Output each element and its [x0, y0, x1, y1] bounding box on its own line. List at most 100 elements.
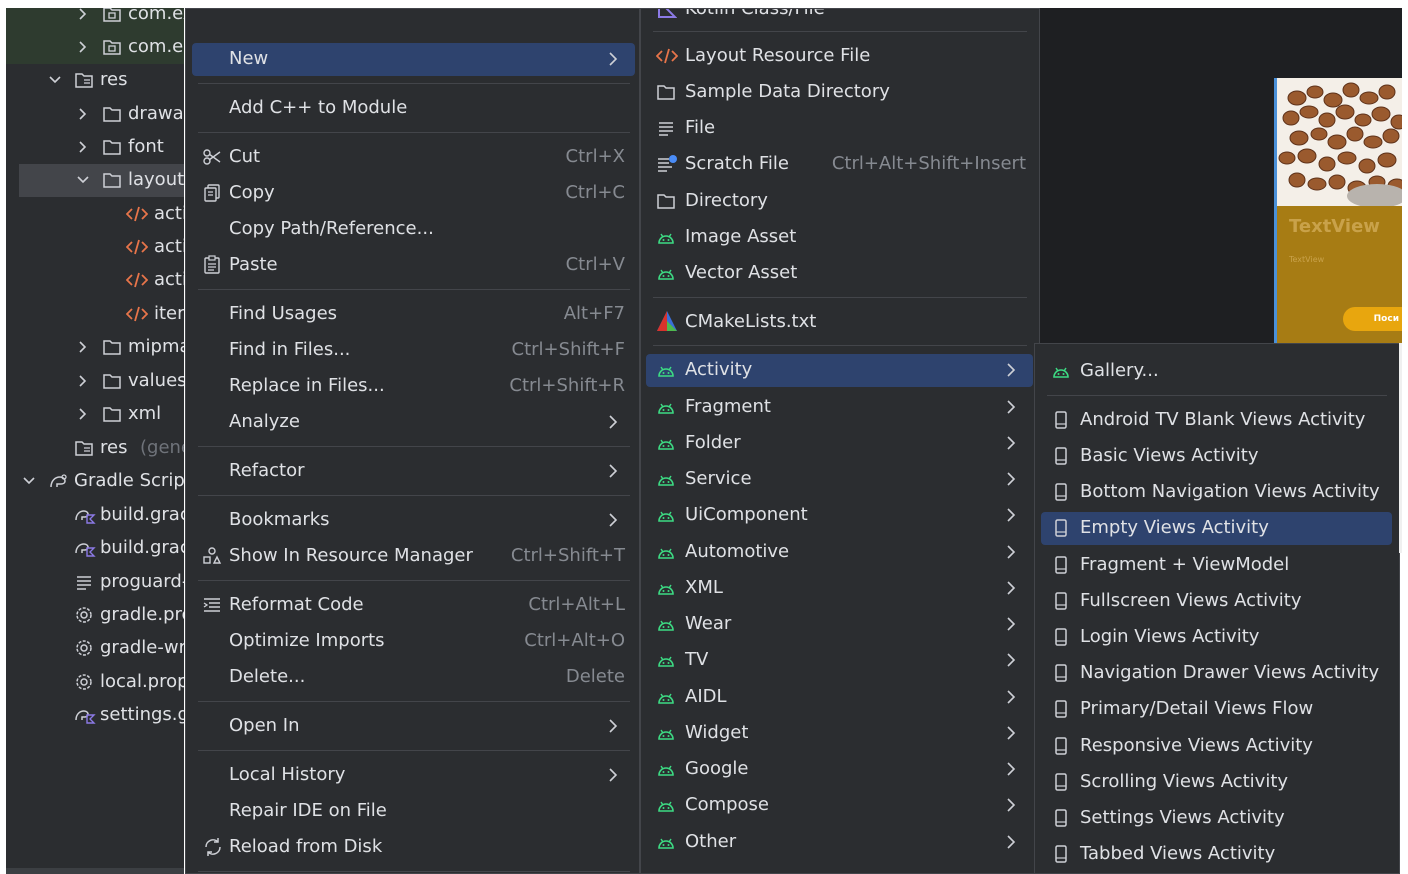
menu-item-delete[interactable]: Delete... Delete: [192, 661, 635, 694]
tree-item[interactable]: Gradle Script: [6, 465, 184, 498]
tree-item[interactable]: local.prop: [6, 666, 184, 699]
menu-item-android-tv-blank-views-activity[interactable]: Android TV Blank Views Activity: [1041, 404, 1392, 437]
menu-item-bookmarks[interactable]: Bookmarks: [192, 504, 635, 537]
tree-item-label: acti: [154, 236, 184, 257]
menu-item-activity[interactable]: Activity: [646, 354, 1033, 387]
chevron-right-icon[interactable]: [76, 8, 90, 21]
menu-item-automotive[interactable]: Automotive: [646, 536, 1033, 569]
tree-item[interactable]: layout: [19, 164, 184, 197]
chevron-down-icon[interactable]: [48, 73, 62, 87]
menu-item-tv[interactable]: TV: [646, 644, 1033, 677]
chevron-right-icon[interactable]: [76, 140, 90, 154]
tree-item[interactable]: xml: [6, 398, 184, 431]
menu-item-aidl[interactable]: AIDL: [646, 681, 1033, 714]
menu-item-fullscreen-views-activity[interactable]: Fullscreen Views Activity: [1041, 585, 1392, 618]
menu-item-repair-ide-on-file[interactable]: Repair IDE on File: [192, 795, 635, 828]
menu-item-cut[interactable]: Cut Ctrl+X: [192, 141, 635, 174]
tree-item[interactable]: mipma: [6, 331, 184, 364]
menu-item-folder[interactable]: Folder: [646, 427, 1033, 460]
tree-item[interactable]: font: [6, 131, 184, 164]
tree-item[interactable]: settings.g: [6, 699, 184, 732]
menu-item-find-in-files[interactable]: Find in Files... Ctrl+Shift+F: [192, 334, 635, 367]
chevron-right-icon: [1005, 507, 1019, 523]
menu-item-reformat-code[interactable]: Reformat Code Ctrl+Alt+L: [192, 589, 635, 622]
menu-item-show-in-resource-manager[interactable]: Show In Resource Manager Ctrl+Shift+T: [192, 540, 635, 573]
menu-item-add-c-to-module[interactable]: Add C++ to Module: [192, 92, 635, 125]
menu-item-image-asset[interactable]: Image Asset: [646, 221, 1033, 254]
menu-item-bottom-navigation-views-activity[interactable]: Bottom Navigation Views Activity: [1041, 476, 1392, 509]
menu-item-label: Reload from Disk: [229, 836, 383, 857]
menu-item-label: Analyze: [229, 411, 300, 432]
menu-item-empty-views-activity[interactable]: Empty Views Activity: [1041, 512, 1392, 545]
menu-item-find-usages[interactable]: Find Usages Alt+F7: [192, 298, 635, 331]
menu-item-replace-in-files[interactable]: Replace in Files... Ctrl+Shift+R: [192, 370, 635, 403]
menu-item-cmakelists-txt[interactable]: CMakeLists.txt: [646, 306, 1033, 339]
menu-item-label: Cut: [229, 146, 261, 167]
menu-item-refactor[interactable]: Refactor: [192, 455, 635, 488]
menu-item-optimize-imports[interactable]: Optimize Imports Ctrl+Alt+O: [192, 625, 635, 658]
tree-item[interactable]: com.e:: [6, 31, 184, 64]
menu-item-other[interactable]: Other: [646, 826, 1033, 859]
menu-item-responsive-views-activity[interactable]: Responsive Views Activity: [1041, 730, 1392, 763]
chevron-down-icon[interactable]: [76, 173, 90, 187]
chevron-right-icon[interactable]: [76, 407, 90, 421]
copy-icon: [202, 183, 222, 203]
scrollbar[interactable]: [1399, 343, 1402, 553]
menu-item-scrolling-views-activity[interactable]: Scrolling Views Activity: [1041, 766, 1392, 799]
tree-item[interactable]: res (gene: [6, 432, 184, 465]
menu-item-layout-resource-file[interactable]: Layout Resource File: [646, 40, 1033, 73]
menu-item-settings-views-activity[interactable]: Settings Views Activity: [1041, 802, 1392, 835]
menu-item-gallery[interactable]: Gallery...: [1041, 355, 1392, 388]
menu-item-scratch-file[interactable]: Scratch File Ctrl+Alt+Shift+Insert: [646, 148, 1033, 181]
menu-item-service[interactable]: Service: [646, 463, 1033, 496]
menu-item-xml[interactable]: XML: [646, 572, 1033, 605]
tree-item[interactable]: gradle-wr: [6, 632, 184, 665]
menu-item-compose[interactable]: Compose: [646, 789, 1033, 822]
menu-item-sample-data-directory[interactable]: Sample Data Directory: [646, 76, 1033, 109]
tree-item[interactable]: res: [6, 64, 184, 97]
menu-item-reload-from-disk[interactable]: Reload from Disk: [192, 831, 635, 864]
menu-item-local-history[interactable]: Local History: [192, 759, 635, 792]
menu-item-new[interactable]: New: [192, 43, 635, 76]
tree-item[interactable]: iter: [6, 298, 184, 331]
menu-item-analyze[interactable]: Analyze: [192, 406, 635, 439]
menu-item-paste[interactable]: Paste Ctrl+V: [192, 249, 635, 282]
menu-item-basic-views-activity[interactable]: Basic Views Activity: [1041, 440, 1392, 473]
chevron-right-icon[interactable]: [76, 340, 90, 354]
tree-item[interactable]: proguard-: [6, 566, 184, 599]
menu-item-copy-path-reference[interactable]: Copy Path/Reference...: [192, 213, 635, 246]
menu-item-navigation-drawer-views-activity[interactable]: Navigation Drawer Views Activity: [1041, 657, 1392, 690]
chevron-right-icon[interactable]: [76, 107, 90, 121]
tree-item[interactable]: acti: [6, 264, 184, 297]
tree-item[interactable]: gradle.prc: [6, 599, 184, 632]
tree-item[interactable]: build.grac: [6, 499, 184, 532]
chevron-right-icon[interactable]: [76, 374, 90, 388]
menu-item-copy[interactable]: Copy Ctrl+C: [192, 177, 635, 210]
chevron-down-icon[interactable]: [22, 474, 36, 488]
menu-item-tabbed-views-activity[interactable]: Tabbed Views Activity: [1041, 838, 1392, 871]
tree-item[interactable]: build.grac: [6, 532, 184, 565]
menu-item-file[interactable]: File: [646, 112, 1033, 145]
menu-item-google[interactable]: Google: [646, 753, 1033, 786]
layout-preview-panel: TextView TextView Поси: [1040, 8, 1402, 343]
menu-item-widget[interactable]: Widget: [646, 717, 1033, 750]
tree-item[interactable]: com.example.lb1(androidTest): [6, 8, 184, 31]
chevron-right-icon[interactable]: [76, 40, 90, 54]
menu-item-label: AIDL: [685, 686, 727, 707]
tree-item[interactable]: acti: [6, 231, 184, 264]
menu-item-login-views-activity[interactable]: Login Views Activity: [1041, 621, 1392, 654]
menu-item-directory[interactable]: Directory: [646, 185, 1033, 218]
menu-item-uicomponent[interactable]: UiComponent: [646, 499, 1033, 532]
menu-item-vector-asset[interactable]: Vector Asset: [646, 257, 1033, 290]
menu-item-open-in[interactable]: Open In: [192, 710, 635, 743]
chevron-right-icon: [607, 718, 621, 734]
menu-item-primary-detail-views-flow[interactable]: Primary/Detail Views Flow: [1041, 693, 1392, 726]
tree-item[interactable]: values: [6, 365, 184, 398]
tree-item[interactable]: acti: [6, 198, 184, 231]
chevron-right-icon: [1005, 797, 1019, 813]
menu-item-fragment-viewmodel[interactable]: Fragment + ViewModel: [1041, 549, 1392, 582]
menu-item-wear[interactable]: Wear: [646, 608, 1033, 641]
tree-item[interactable]: drawal: [6, 98, 184, 131]
menu-item-kotlin-class[interactable]: Kotlin Class/File: [657, 9, 1027, 26]
menu-item-fragment[interactable]: Fragment: [646, 391, 1033, 424]
